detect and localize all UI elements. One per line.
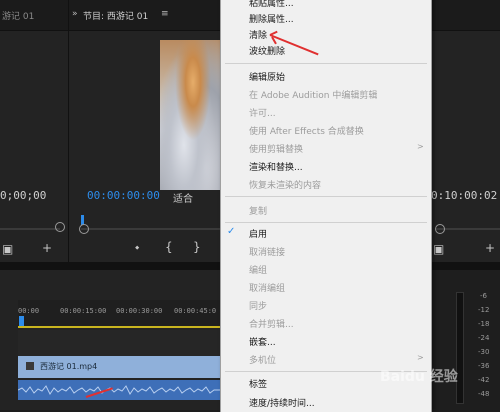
right-timecode[interactable]: 0:10:00:02 [431,189,497,202]
checkmark-icon: ✓ [227,226,236,237]
ruler-label: 00:00 [18,307,40,315]
meter-label: -42 [478,376,490,384]
panel-expand-chevron-icon[interactable]: » [72,9,78,19]
menu-item-ripple-delete[interactable]: 波纹删除 [249,44,285,57]
ruler-label: 00:00:15:00 [60,307,107,315]
source-scrub-end-handle[interactable] [55,222,65,232]
video-clip[interactable]: 西游记 01.mp4 [18,356,220,378]
clip-fx-icon [26,362,34,370]
submenu-arrow-icon: > [417,142,424,151]
program-video-frame [160,40,220,190]
menu-item-nest[interactable]: 嵌套... [249,335,276,348]
menu-item-replace-after-effects[interactable]: 使用 After Effects 合成替换 [249,124,364,137]
audio-waveform [18,385,220,395]
add-button-icon[interactable]: + [485,241,495,255]
menu-separator [225,63,427,64]
right-tab-bar [431,0,500,31]
menu-item-edit-original[interactable]: 编辑原始 [249,70,285,83]
right-scrub-handle[interactable] [435,224,445,234]
audio-meter-panel: -6 -12 -18 -24 -30 -36 -42 -48 [430,270,500,410]
menu-item-multi-camera[interactable]: 多机位 [249,353,276,366]
fit-zoom-select[interactable]: 适合 [173,190,193,205]
audio-clip[interactable] [18,380,220,400]
timeline-track-empty[interactable] [18,330,220,357]
meter-label: -6 [480,292,487,300]
right-monitor-panel: 0:10:00:02 ▣ + [430,0,500,262]
meter-label: -48 [478,390,490,398]
program-timecode[interactable]: 00:00:00:00 [87,189,160,202]
program-tab-title[interactable]: 节目: 西游记 01 [83,9,148,22]
menu-separator [225,196,427,197]
ruler-label: 00:00:45:0 [174,307,217,315]
mark-out-icon[interactable]: } [193,240,201,254]
menu-item-edit-in-audition[interactable]: 在 Adobe Audition 中编辑剪辑 [249,88,377,101]
menu-item-label[interactable]: 标签 [249,377,267,390]
menu-item-unlink[interactable]: 取消链接 [249,245,285,258]
menu-item-speed-duration[interactable]: 速度/持续时间... [249,396,315,409]
meter-label: -18 [478,320,490,328]
program-scrub-start-handle[interactable] [79,224,89,234]
menu-item-merge-clips[interactable]: 合并剪辑... [249,317,294,330]
menu-item-clear[interactable]: 清除 [249,28,267,41]
work-area-bar[interactable] [18,326,220,328]
menu-item-render-and-replace[interactable]: 渲染和替换... [249,160,303,173]
menu-item-restore-unrendered[interactable]: 恢复未渲染的内容 [249,178,321,191]
video-clip-name: 西游记 01.mp4 [40,362,98,371]
menu-item-group[interactable]: 编组 [249,263,267,276]
program-scrub-bar[interactable] [81,228,221,230]
menu-item-license[interactable]: 许可... [249,106,276,119]
menu-item-enable[interactable]: 启用 [249,227,267,240]
menu-item-duplicate[interactable]: 复制 [249,204,267,217]
menu-item-ungroup[interactable]: 取消编组 [249,281,285,294]
panel-menu-icon[interactable]: ≡ [161,9,169,19]
timeline-playhead[interactable] [19,316,24,326]
baidu-watermark: Baidu 经验 [380,369,458,385]
timeline-ruler[interactable]: 00:00 00:00:15:00 00:00:30:00 00:00:45:0 [18,300,220,326]
camera-icon[interactable]: ▣ [2,242,13,256]
menu-item-remove-attributes[interactable]: 删除属性... [249,12,294,25]
menu-item-synchronize[interactable]: 同步 [249,299,267,312]
source-timecode[interactable]: 0;00;00 [0,189,46,202]
clip-context-menu: 粘贴属性... 删除属性... 清除 波纹删除 编辑原始 在 Adobe Aud… [220,0,432,412]
source-tab-title[interactable]: 游记 01 [2,9,34,22]
marker-icon[interactable]: ⬩ [135,240,139,255]
menu-separator [225,222,427,223]
source-monitor-panel: 游记 01 0;00;00 ▣ + [0,0,68,262]
meter-label: -30 [478,348,490,356]
menu-item-replace-with-clip[interactable]: 使用剪辑替换 [249,142,303,155]
meter-label: -12 [478,306,490,314]
submenu-arrow-icon: > [417,353,424,362]
camera-icon[interactable]: ▣ [433,242,444,256]
menu-item-paste-attributes[interactable]: 粘贴属性... [249,0,294,9]
meter-label: -24 [478,334,490,342]
source-scrub-bar[interactable] [0,228,60,230]
audio-meter-bar [456,292,464,404]
ruler-label: 00:00:30:00 [116,307,163,315]
mark-in-icon[interactable]: { [165,240,173,254]
add-button-icon[interactable]: + [42,241,52,255]
meter-label: -36 [478,362,490,370]
